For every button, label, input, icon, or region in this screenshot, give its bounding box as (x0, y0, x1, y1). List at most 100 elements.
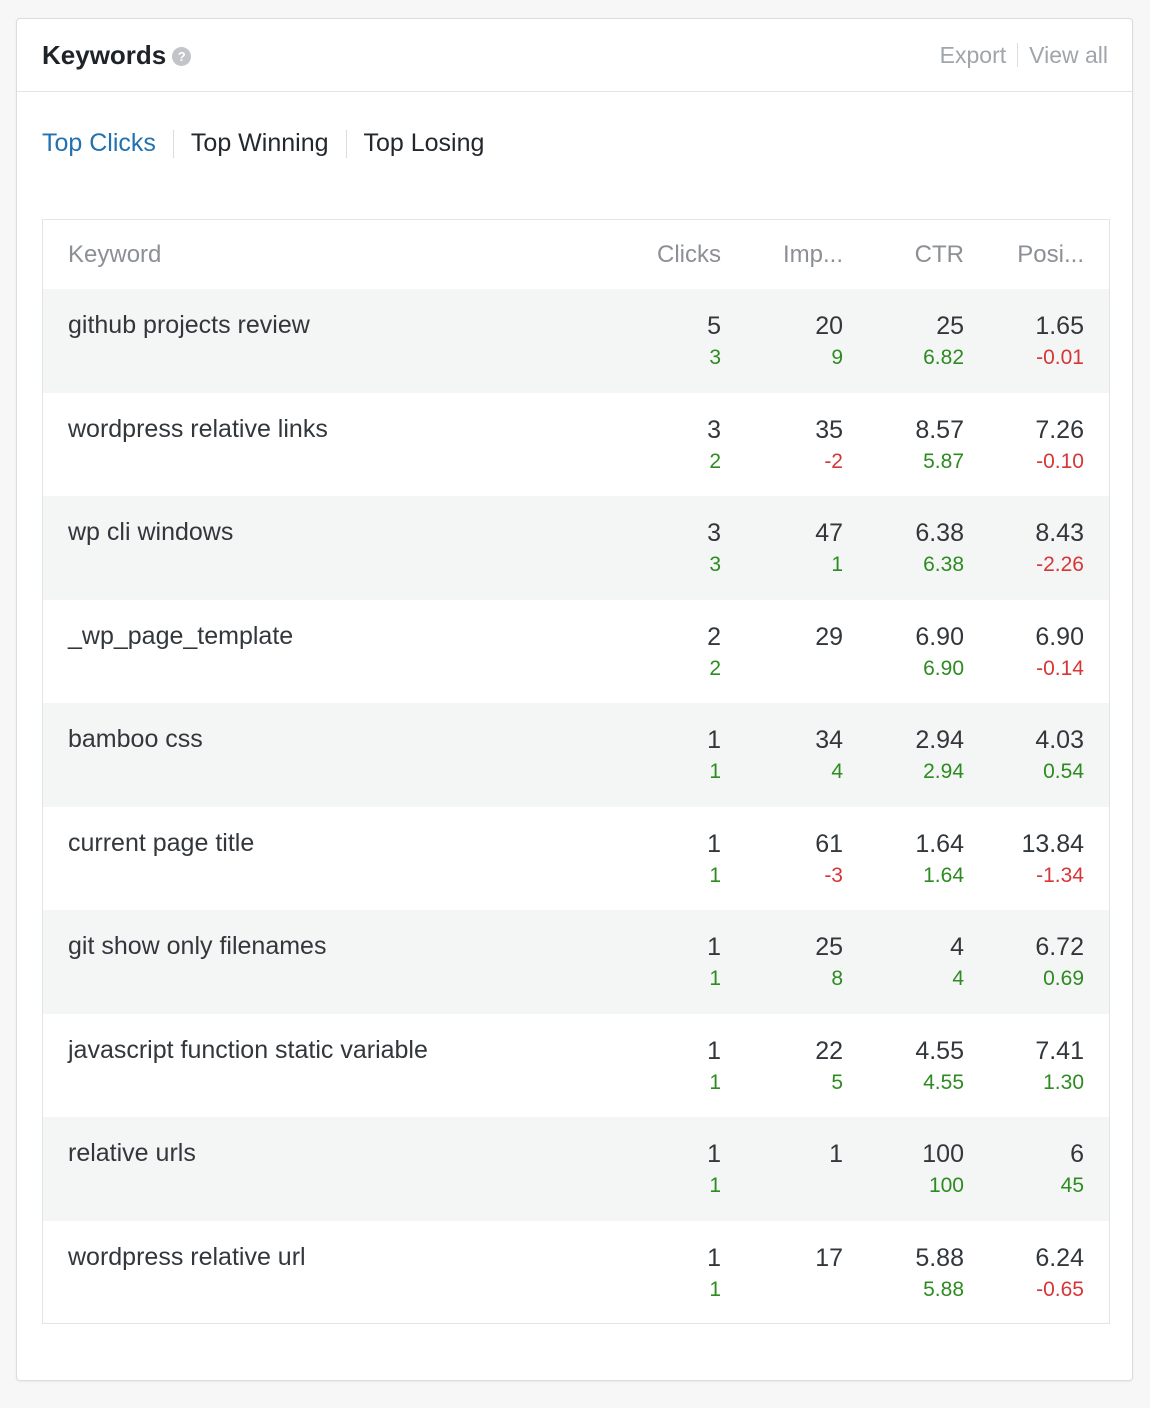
clicks-cell: 11 (603, 1243, 721, 1302)
column-header-impressions[interactable]: Imp... (721, 241, 843, 269)
table-row[interactable]: relative urls 1 1 1 100 100 6 45 (43, 1117, 1109, 1221)
ctr-cell: 5.88 5.88 (843, 1243, 964, 1302)
impressions-change (721, 1174, 843, 1198)
clicks-value: 1 (707, 933, 721, 961)
tab-top-losing[interactable]: Top Losing (364, 129, 485, 158)
ctr-value: 8.57 (915, 415, 964, 444)
impressions-change: -3 (824, 863, 843, 887)
impressions-cell: 47 1 (721, 518, 843, 577)
impressions-cell: 34 4 (721, 725, 843, 784)
title-wrap: Keywords ? (42, 40, 192, 71)
column-header-keyword[interactable]: Keyword (43, 241, 603, 269)
keyword-cell: git show only filenames (68, 932, 327, 960)
position-change: -0.14 (1036, 656, 1084, 680)
export-link[interactable]: Export (940, 42, 1006, 69)
column-header-position[interactable]: Posi... (964, 241, 1084, 269)
column-header-ctr[interactable]: CTR (843, 241, 964, 269)
ctr-change: 100 (928, 1174, 964, 1197)
clicks-value: 1 (707, 1036, 721, 1065)
position-value: 6.90 (1035, 622, 1084, 651)
position-change: -0.65 (1036, 1277, 1084, 1301)
clicks-cell: 33 (603, 518, 721, 577)
position-cell: 13.84 -1.34 (964, 829, 1084, 888)
ctr-change: 1.64 (923, 863, 964, 887)
impressions-change (721, 657, 843, 681)
clicks-change: 1 (709, 1277, 721, 1301)
position-value: 4.03 (1035, 726, 1084, 754)
clicks-change: 3 (709, 553, 721, 576)
ctr-value: 5.88 (915, 1243, 964, 1272)
clicks-value: 5 (707, 312, 721, 340)
position-change: 45 (1060, 1174, 1084, 1197)
impressions-change: 8 (831, 967, 843, 990)
impressions-value: 47 (815, 519, 843, 547)
ctr-cell: 6.38 6.38 (843, 518, 964, 577)
impressions-change: -2 (824, 449, 843, 473)
tab-top-winning[interactable]: Top Winning (191, 129, 329, 158)
ctr-value: 2.94 (915, 726, 964, 754)
ctr-cell: 100 100 (843, 1139, 964, 1198)
table-row[interactable]: git show only filenames 1 1 25 8 4 4 6.72 0.69 (43, 910, 1109, 1014)
table-row[interactable]: wordpress relative url 1 1 17 5.88 5.88 6.24 -0… (43, 1221, 1109, 1325)
view-all-link[interactable]: View all (1029, 42, 1108, 69)
table-header: Keyword Clicks Imp... CTR Posi... (43, 220, 1109, 289)
table-row[interactable]: wordpress relative links 3 2 35 -2 8.57 5.87 7.… (43, 393, 1109, 497)
keywords-widget: Keywords ? Export View all Top Clicks To… (16, 18, 1133, 1381)
position-cell: 1.65 -0.01 (964, 311, 1084, 370)
header-links: Export View all (940, 42, 1108, 69)
ctr-cell: 1.64 1.64 (843, 829, 964, 888)
ctr-value: 1.64 (915, 829, 964, 858)
column-header-clicks[interactable]: Clicks (603, 241, 721, 269)
keyword-cell: relative urls (68, 1139, 196, 1167)
ctr-value: 4.55 (915, 1036, 964, 1065)
clicks-change: 1 (709, 967, 721, 990)
clicks-cell: 11 (603, 1036, 721, 1095)
ctr-change: 4.55 (923, 1070, 964, 1094)
position-value: 6.72 (1035, 933, 1084, 961)
impressions-value: 22 (815, 1036, 843, 1065)
impressions-cell: 61 -3 (721, 829, 843, 888)
impressions-change (721, 1278, 843, 1302)
table-row[interactable]: bamboo css 1 1 34 4 2.94 2.94 4.03 0.54 (43, 703, 1109, 807)
table-row[interactable]: wp cli windows 3 3 47 1 6.38 6.38 8.43 -2.26 (43, 496, 1109, 600)
table-row[interactable]: javascript function static variable 1 1 22 5… (43, 1014, 1109, 1118)
position-cell: 4.03 0.54 (964, 725, 1084, 784)
impressions-cell: 17 (721, 1243, 843, 1302)
ctr-change: 6.82 (923, 346, 964, 369)
table-row[interactable]: _wp_page_template 2 2 29 6.90 6.90 6.90 -0.14 (43, 600, 1109, 704)
impressions-change: 1 (831, 553, 843, 576)
table-row[interactable]: current page title 1 1 61 -3 1.64 1.64 13.84 -1.… (43, 807, 1109, 911)
impressions-value: 29 (815, 622, 843, 651)
ctr-value: 4 (950, 933, 964, 961)
ctr-value: 25 (936, 312, 964, 340)
ctr-change: 6.38 (923, 553, 964, 576)
clicks-value: 1 (707, 829, 721, 858)
impressions-value: 34 (815, 726, 843, 754)
position-cell: 7.26 -0.10 (964, 415, 1084, 474)
position-value: 7.41 (1035, 1036, 1084, 1065)
keyword-cell: _wp_page_template (68, 621, 294, 650)
impressions-value: 17 (815, 1243, 843, 1272)
impressions-cell: 20 9 (721, 311, 843, 370)
position-cell: 8.43 -2.26 (964, 518, 1084, 577)
table-row[interactable]: github projects review 5 3 20 9 25 6.82 1.65 -0.… (43, 289, 1109, 393)
keyword-cell: current page title (68, 828, 255, 857)
help-icon[interactable]: ? (172, 46, 192, 66)
clicks-cell: 22 (603, 622, 721, 681)
tab-top-clicks[interactable]: Top Clicks (42, 129, 156, 158)
clicks-cell: 53 (603, 311, 721, 370)
impressions-change: 5 (831, 1070, 843, 1094)
position-value: 6.24 (1035, 1243, 1084, 1272)
ctr-change: 5.87 (923, 449, 964, 473)
impressions-change: 9 (831, 346, 843, 369)
position-change: 0.54 (1043, 760, 1084, 783)
ctr-cell: 6.90 6.90 (843, 622, 964, 681)
ctr-cell: 4.55 4.55 (843, 1036, 964, 1095)
clicks-value: 2 (707, 622, 721, 651)
impressions-value: 25 (815, 933, 843, 961)
keyword-cell: bamboo css (68, 725, 203, 753)
position-change: 1.30 (1043, 1070, 1084, 1094)
clicks-cell: 11 (603, 1139, 721, 1198)
position-value: 8.43 (1035, 519, 1084, 547)
impressions-cell: 29 (721, 622, 843, 681)
